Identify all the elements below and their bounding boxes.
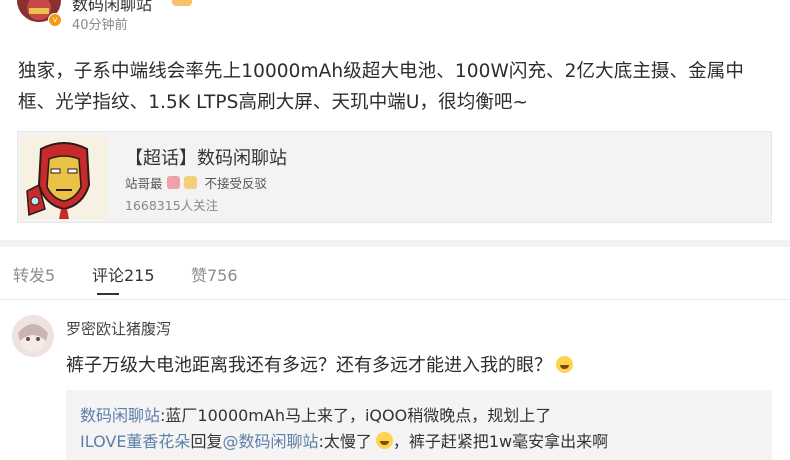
laugh-emoji-icon bbox=[375, 432, 393, 449]
reply-text: :蓝厂10000mAh马上来了，iQOO稍微晚点，规划上了 bbox=[160, 406, 552, 425]
tab-reposts[interactable]: 转发5 bbox=[13, 262, 55, 286]
reply-mention[interactable]: @数码闲聊站 bbox=[222, 432, 318, 451]
commenter-name[interactable]: 罗密欧让猪腹泻 bbox=[66, 318, 171, 339]
reply-verb: 回复 bbox=[190, 432, 223, 451]
reply-user[interactable]: ILOVE董香花朵 bbox=[80, 432, 190, 451]
comment-text: 裤子万级大电池距离我还有多远？还有多远才能进入我的眼？ bbox=[66, 351, 573, 377]
tab-comments[interactable]: 评论215 bbox=[92, 262, 155, 286]
reply-user[interactable]: 数码闲聊站 bbox=[80, 406, 160, 425]
topic-host-note: 不接受反驳 bbox=[204, 176, 268, 191]
topic-host-label: 站哥最 bbox=[125, 176, 163, 191]
laugh-emoji-icon bbox=[556, 356, 573, 373]
reply-text: :太慢了 bbox=[318, 432, 372, 451]
tab-likes[interactable]: 赞756 bbox=[191, 262, 238, 286]
reply-text-tail: ，裤子赶紧把1w毫安拿出来啊 bbox=[392, 432, 609, 451]
super-topic-card[interactable]: 【超话】数码闲聊站 站哥最 不接受反驳 1668315人关注 bbox=[17, 131, 772, 223]
post-timestamp: 40分钟前 bbox=[72, 18, 128, 33]
tabs-divider bbox=[0, 299, 790, 300]
section-divider bbox=[0, 240, 790, 247]
topic-title[interactable]: 【超话】数码闲聊站 bbox=[125, 144, 287, 170]
verified-badge-icon: v bbox=[48, 13, 62, 27]
heart-icon bbox=[166, 176, 180, 189]
topic-host-info: 站哥最 不接受反驳 bbox=[125, 173, 267, 192]
reply-item: ILOVE董香花朵回复@数码闲聊站:太慢了 ，裤子赶紧把1w毫安拿出来啊 bbox=[80, 428, 608, 452]
reply-thread[interactable]: 数码闲聊站:蓝厂10000mAh马上来了，iQOO稍微晚点，规划上了 ILOVE… bbox=[66, 390, 772, 460]
comment-body: 裤子万级大电池距离我还有多远？还有多远才能进入我的眼？ bbox=[66, 355, 552, 376]
post-text: 独家，子系中端线会率先上10000mAh级超大电池、100W闪充、2亿大底主摄、… bbox=[18, 61, 744, 113]
fan-badge-icon bbox=[172, 0, 192, 6]
iron-man-avatar-icon bbox=[21, 135, 107, 219]
active-tab-indicator bbox=[97, 293, 119, 295]
topic-followers: 1668315人关注 bbox=[125, 198, 219, 213]
reply-item: 数码闲聊站:蓝厂10000mAh马上来了，iQOO稍微晚点，规划上了 bbox=[80, 402, 551, 426]
commenter-avatar[interactable] bbox=[12, 315, 54, 357]
doge-icon bbox=[183, 176, 197, 189]
author-name[interactable]: 数码闲聊站 bbox=[72, 0, 152, 15]
